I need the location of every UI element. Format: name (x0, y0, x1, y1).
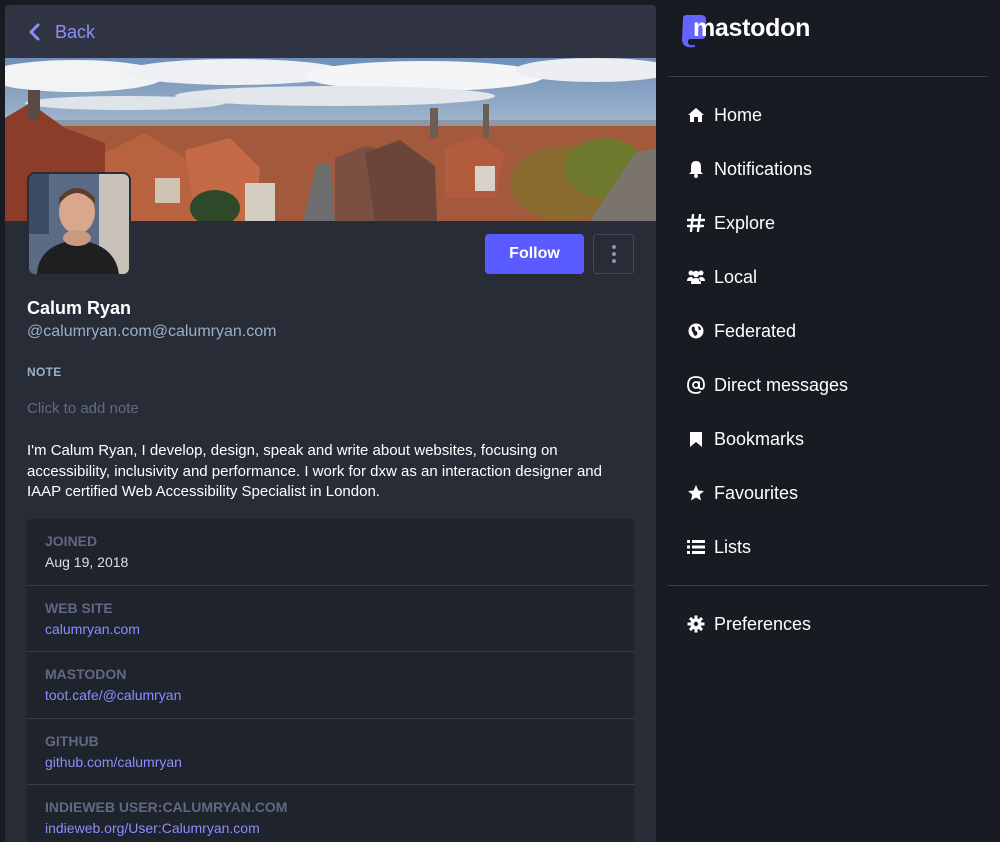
nav-label: Notifications (714, 159, 813, 179)
chevron-left-icon (29, 23, 40, 40)
logo-text: mastodon (693, 14, 811, 42)
field-name: MASTODON (45, 666, 127, 682)
field-link-indieweb[interactable]: indieweb.org/User:Calumryan.com (45, 819, 634, 837)
nav-label: Federated (714, 321, 797, 341)
nav-divider (668, 76, 988, 77)
field-link-github[interactable]: github.com/calumryan (45, 753, 634, 771)
nav-item-notifications[interactable]: Notifications (686, 154, 812, 184)
gear-icon (686, 614, 706, 634)
bookmark-icon (686, 429, 706, 449)
profile-bio: I'm Calum Ryan, I develop, design, speak… (27, 442, 602, 501)
nav-item-home[interactable]: Home (686, 100, 762, 130)
field-name: INDIEWEB USER:CALUMRYAN.COM (45, 799, 288, 815)
nav-item-local[interactable]: Local (686, 262, 757, 292)
nav-label: Preferences (714, 614, 812, 634)
field-name: GITHUB (45, 732, 99, 749)
back-button[interactable]: Back (5, 5, 656, 58)
hashtag-icon (686, 213, 706, 233)
profile-column: Back Follow Calum Ryan @calumryan.com@ca… (5, 5, 656, 842)
account-handle: @calumryan.com@calumryan.com (27, 323, 277, 340)
field-name: WEB SITE (45, 599, 113, 616)
field-value: Aug 19, 2018 (45, 554, 129, 570)
more-options-button[interactable] (593, 234, 634, 274)
nav-label: Explore (714, 213, 776, 233)
nav-item-bookmarks[interactable]: Bookmarks (686, 424, 804, 454)
navigation-panel: mastodon Home Notifications Explore Loca… (668, 0, 988, 842)
more-dots-icon (611, 252, 616, 256)
nav-item-lists[interactable]: Lists (686, 532, 751, 562)
mastodon-logo[interactable]: mastodon (679, 14, 810, 48)
bell-icon (686, 159, 706, 179)
nav-item-preferences[interactable]: Preferences (686, 609, 811, 639)
display-name: Calum Ryan (27, 298, 132, 318)
note-label: NOTE (27, 365, 62, 379)
profile-fields: JOINED Aug 19, 2018 WEB SITE calumryan.c… (27, 519, 634, 842)
more-dots-icon (611, 259, 616, 263)
field-link-mastodon[interactable]: toot.cafe/@calumryan (45, 686, 634, 704)
list-icon (686, 537, 706, 557)
nav-item-explore[interactable]: Explore (686, 208, 775, 238)
field-name: JOINED (45, 533, 98, 549)
app: Back Follow Calum Ryan @calumryan.com@ca… (0, 0, 1000, 842)
profile-field: MASTODON toot.cafe/@calumryan (27, 652, 634, 719)
home-icon (686, 105, 706, 125)
nav-label: Home (714, 105, 763, 125)
back-label: Back (55, 21, 96, 42)
profile-field: GITHUB github.com/calumryan (27, 719, 634, 785)
nav-label: Local (714, 267, 758, 287)
nav-divider (668, 585, 988, 586)
note-input[interactable]: Click to add note (27, 399, 139, 419)
avatar[interactable] (27, 172, 131, 276)
at-icon (686, 375, 706, 395)
more-dots-icon (611, 245, 616, 249)
users-icon (686, 267, 706, 287)
profile-field: WEB SITE calumryan.com (27, 586, 634, 652)
profile-field: JOINED Aug 19, 2018 (27, 519, 634, 586)
field-link-website[interactable]: calumryan.com (45, 620, 634, 638)
star-icon (686, 483, 706, 503)
nav-label: Direct messages (714, 375, 849, 395)
globe-icon (686, 321, 706, 341)
profile-field: INDIEWEB USER:CALUMRYAN.COM indieweb.org… (27, 785, 634, 842)
nav-label: Bookmarks (714, 429, 805, 449)
follow-button[interactable]: Follow (485, 234, 584, 274)
nav-item-direct-messages[interactable]: Direct messages (686, 370, 848, 400)
avatar-image (29, 174, 129, 274)
nav-label: Favourites (714, 483, 799, 503)
nav-item-federated[interactable]: Federated (686, 316, 796, 346)
nav-label: Lists (714, 537, 752, 557)
nav-item-favourites[interactable]: Favourites (686, 478, 798, 508)
